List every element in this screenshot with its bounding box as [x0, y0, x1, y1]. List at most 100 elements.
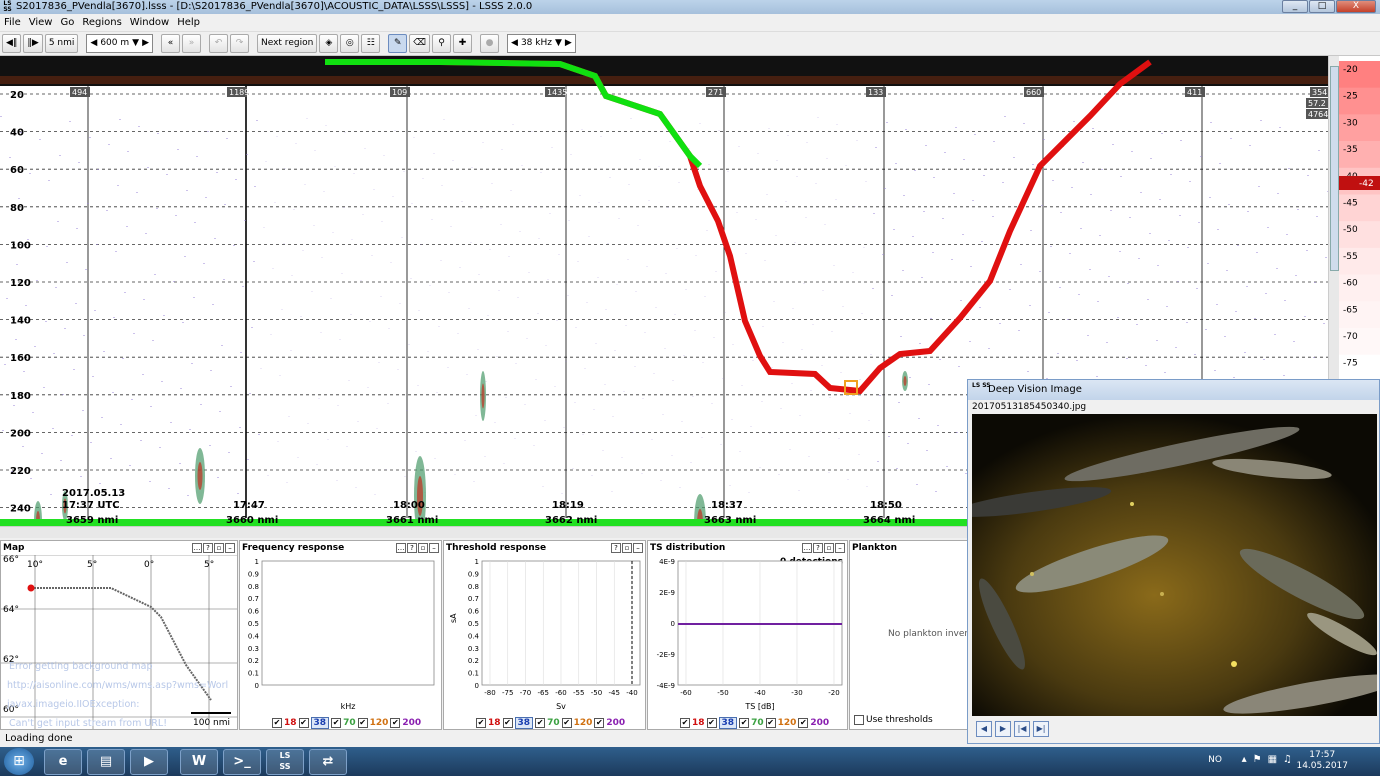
use-thresholds-checkbox[interactable]	[854, 715, 864, 725]
step-distance-button[interactable]: 5 nmi	[44, 34, 79, 53]
media-player-icon[interactable]: ▶	[130, 749, 168, 775]
minimize-icon[interactable]: –	[225, 543, 235, 553]
freq-prev-icon[interactable]: ◀	[511, 35, 518, 52]
range-next-icon[interactable]: ▶	[142, 35, 149, 52]
frequency-option-18[interactable]: ✔ 18	[476, 718, 501, 728]
frequency-option-200[interactable]: ✔ 200	[390, 718, 421, 728]
frequency-option-18[interactable]: ✔ 18	[272, 718, 297, 728]
frequency-checkbox[interactable]: ✔	[390, 718, 401, 728]
start-button-icon[interactable]: ⊞	[4, 748, 34, 775]
previous-image-icon[interactable]: ◀	[976, 721, 992, 737]
maximize-button[interactable]: □	[1309, 0, 1335, 13]
record-icon[interactable]: ●	[480, 34, 500, 53]
double-chevron-left-icon[interactable]: «	[160, 34, 180, 53]
list-icon[interactable]: ☷	[361, 34, 381, 53]
frequency-checkbox[interactable]: ✔	[357, 718, 368, 728]
map-canvas[interactable]: 10° 5° 0° 5°66°64°62°60°Error getting backg…	[1, 555, 237, 729]
menu-view[interactable]: View	[25, 14, 57, 32]
menu-icon[interactable]: …	[396, 543, 406, 553]
menu-file[interactable]: File	[0, 14, 25, 32]
step-forward-icon[interactable]: ‖▶	[23, 34, 43, 53]
help-icon[interactable]: ?	[611, 543, 621, 553]
range-select[interactable]: ◀ 600 m ▼ ▶	[86, 34, 153, 53]
freq-next-icon[interactable]: ▶	[565, 35, 572, 52]
frequency-option-38[interactable]: ✔ 38	[298, 717, 330, 729]
chevron-down-icon[interactable]: ▼	[555, 35, 562, 52]
tray-icons[interactable]: ▴⚑▦♫	[1242, 754, 1298, 765]
frequency-checkbox[interactable]: ✔	[535, 718, 546, 728]
menu-icon[interactable]: …	[192, 543, 202, 553]
first-image-icon[interactable]: |◀	[1014, 721, 1030, 737]
minimize-icon[interactable]: –	[429, 543, 439, 553]
region-select-icon[interactable]: ◈	[319, 34, 339, 53]
language-indicator[interactable]: NO	[1208, 755, 1222, 765]
frequency-option-18[interactable]: ✔ 18	[680, 718, 705, 728]
frequency-checkbox[interactable]: ✔	[594, 718, 605, 728]
clock[interactable]: 17:57 14.05.2017	[1296, 750, 1348, 772]
target-icon[interactable]: ◎	[340, 34, 360, 53]
zoom-icon[interactable]: ⚲	[432, 34, 452, 53]
terminal-icon[interactable]: >_	[223, 749, 261, 775]
frequency-checkbox[interactable]: ✔	[739, 718, 750, 728]
detach-icon[interactable]: ▫	[622, 543, 632, 553]
minimize-icon[interactable]: –	[633, 543, 643, 553]
crosshair-icon[interactable]: ✚	[453, 34, 473, 53]
minimize-icon[interactable]: –	[835, 543, 845, 553]
frequency-checkbox[interactable]: ✔	[561, 718, 572, 728]
backscatter-speck	[1027, 371, 1029, 372]
frequency-checkbox[interactable]: ✔	[272, 718, 282, 728]
frequency-option-38[interactable]: ✔ 38	[502, 717, 534, 729]
frequency-option-70[interactable]: ✔ 70	[331, 718, 356, 728]
frequency-checkbox[interactable]: ✔	[798, 718, 809, 728]
menu-icon[interactable]: …	[802, 543, 812, 553]
last-image-icon[interactable]: ▶|	[1033, 721, 1049, 737]
frequency-option-70[interactable]: ✔ 70	[739, 718, 764, 728]
detach-icon[interactable]: ▫	[418, 543, 428, 553]
frequency-option-120[interactable]: ✔ 120	[357, 718, 388, 728]
menu-go[interactable]: Go	[56, 14, 78, 32]
next-region-button[interactable]: Next region	[256, 34, 318, 53]
frequency-checkbox[interactable]: ✔	[680, 718, 690, 728]
close-button[interactable]: X	[1336, 0, 1376, 13]
use-thresholds[interactable]: Use thresholds	[854, 715, 933, 725]
frequency-option-120[interactable]: ✔ 120	[765, 718, 796, 728]
eraser-icon[interactable]: ⌫	[409, 34, 431, 53]
help-icon[interactable]: ?	[813, 543, 823, 553]
redo-icon[interactable]: ↷	[229, 34, 249, 53]
frequency-option-120[interactable]: ✔ 120	[561, 718, 592, 728]
menu-help[interactable]: Help	[173, 14, 204, 32]
help-icon[interactable]: ?	[203, 543, 213, 553]
frequency-checkbox[interactable]: ✔	[298, 718, 309, 728]
menu-window[interactable]: Window	[126, 14, 173, 32]
frequency-checkbox[interactable]: ✔	[502, 718, 513, 728]
help-icon[interactable]: ?	[407, 543, 417, 553]
frequency-option-200[interactable]: ✔ 200	[798, 718, 829, 728]
frequency-checkbox[interactable]: ✔	[476, 718, 486, 728]
frequency-option-38[interactable]: ✔ 38	[706, 717, 738, 729]
minimize-button[interactable]: _	[1282, 0, 1308, 13]
menu-regions[interactable]: Regions	[78, 14, 125, 32]
step-back-icon[interactable]: ◀‖	[2, 34, 22, 53]
folder-icon[interactable]: ▤	[87, 749, 125, 775]
frequency-option-200[interactable]: ✔ 200	[594, 718, 625, 728]
undo-icon[interactable]: ↶	[208, 34, 228, 53]
frequency-checkbox[interactable]: ✔	[765, 718, 776, 728]
chevron-down-icon[interactable]: ▼	[132, 35, 139, 52]
frequency-checkbox[interactable]: ✔	[706, 718, 717, 728]
detach-icon[interactable]: ▫	[214, 543, 224, 553]
scroll-thumb[interactable]	[1330, 66, 1339, 271]
double-chevron-right-icon[interactable]: »	[181, 34, 201, 53]
range-prev-icon[interactable]: ◀	[90, 35, 97, 52]
word-icon[interactable]: W	[180, 749, 218, 775]
depth-label: 140	[10, 316, 31, 327]
next-image-icon[interactable]: ▶	[995, 721, 1011, 737]
lsss-taskbar-icon[interactable]: LS SS	[266, 749, 304, 775]
backscatter-speck	[692, 396, 694, 397]
network-app-icon[interactable]: ⇄	[309, 749, 347, 775]
pencil-icon[interactable]: ✎	[388, 34, 408, 53]
browser-icon[interactable]: e	[44, 749, 82, 775]
detach-icon[interactable]: ▫	[824, 543, 834, 553]
frequency-checkbox[interactable]: ✔	[331, 718, 342, 728]
frequency-select[interactable]: ◀ 38 kHz ▼ ▶	[507, 34, 576, 53]
frequency-option-70[interactable]: ✔ 70	[535, 718, 560, 728]
